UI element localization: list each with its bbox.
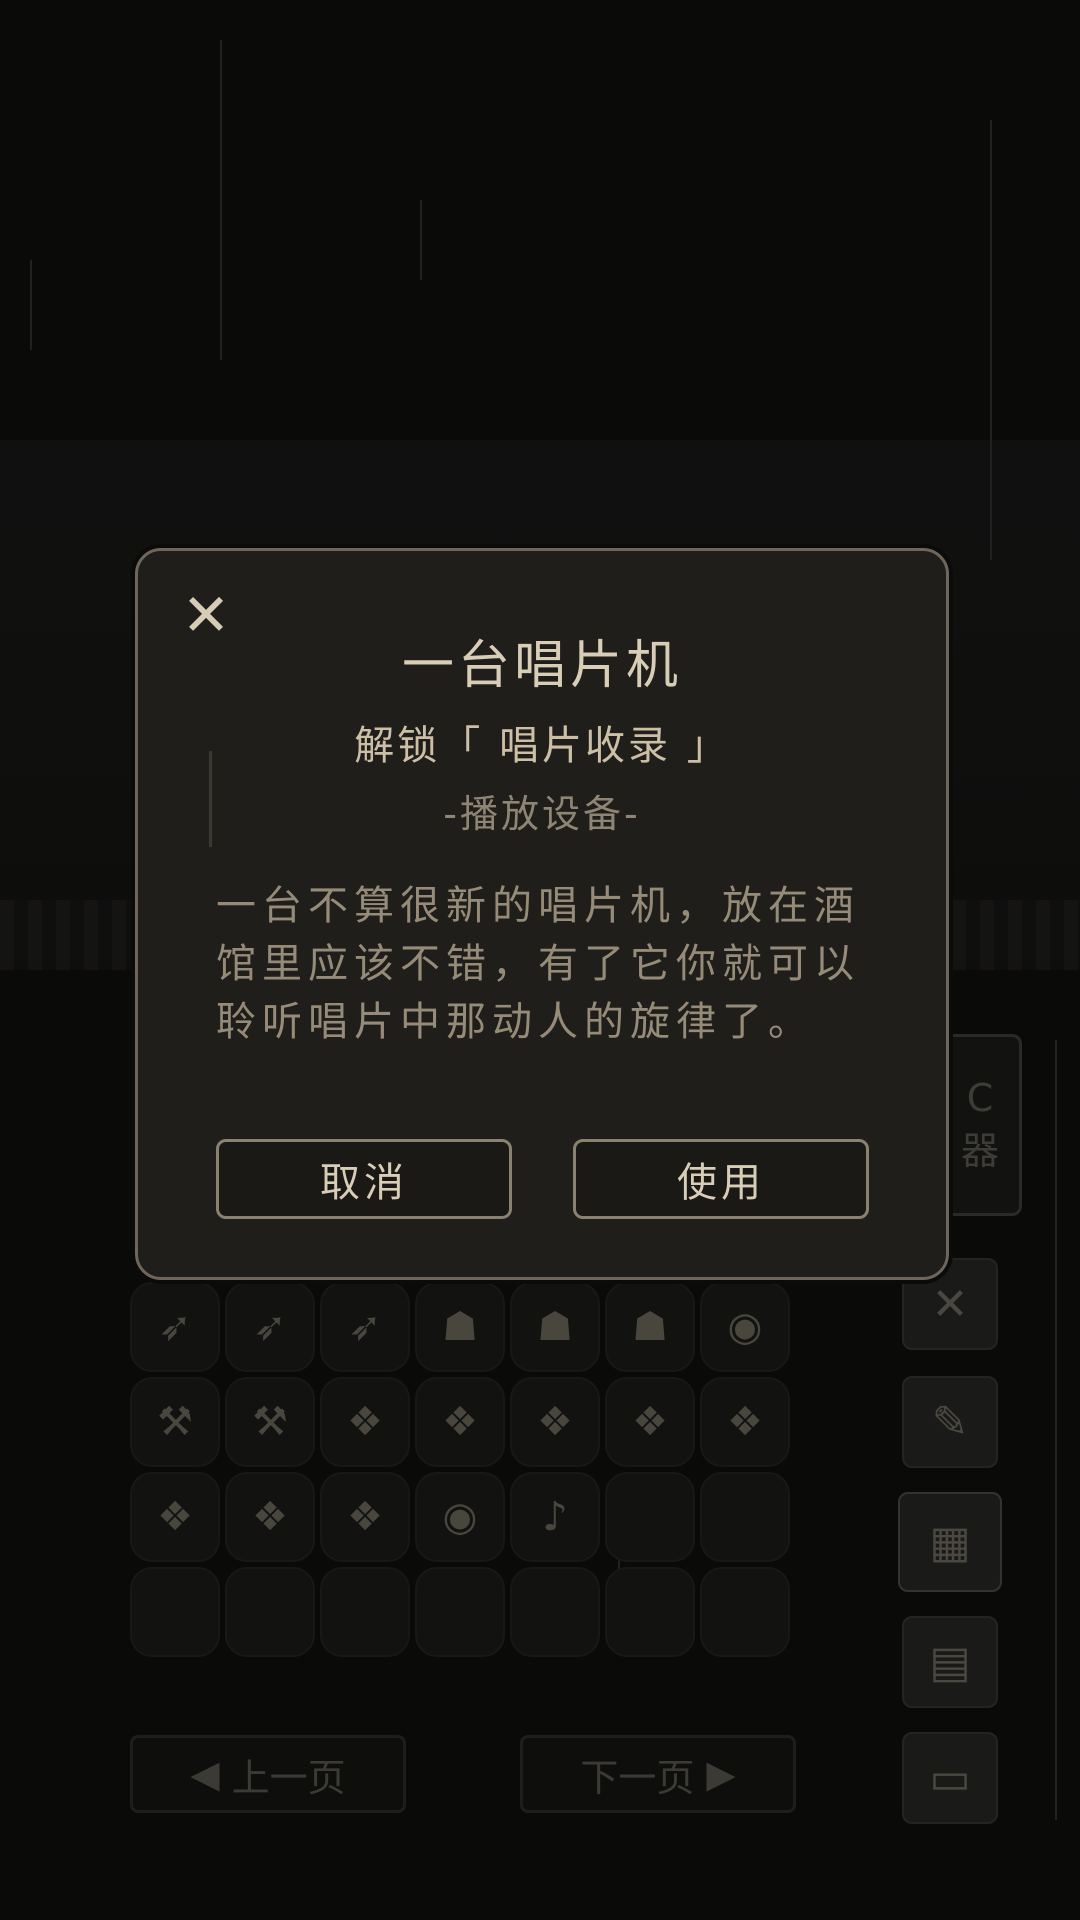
inventory-slot-empty[interactable]	[605, 1567, 695, 1657]
notes-button[interactable]: ✎	[902, 1376, 998, 1468]
inventory-slot-empty[interactable]	[130, 1567, 220, 1657]
computer-button[interactable]: ▭	[902, 1732, 998, 1824]
gem-cluster-icon: ❖	[537, 1399, 573, 1445]
inventory-slot-gem-cluster[interactable]: ❖	[415, 1377, 505, 1467]
green-bow-icon: ➶	[348, 1304, 382, 1350]
cancel-button[interactable]: 取消	[216, 1139, 512, 1219]
inventory-slot-green-bow[interactable]: ➶	[320, 1282, 410, 1372]
rain-streak	[1055, 1040, 1057, 1820]
document-icon: ▤	[929, 1636, 971, 1688]
inventory-slot-empty[interactable]	[415, 1567, 505, 1657]
gem-cluster-icon: ❖	[157, 1494, 193, 1540]
inventory-slot-empty[interactable]	[225, 1567, 315, 1657]
inventory-slot-helmet[interactable]: ☗	[415, 1282, 505, 1372]
inventory-slot-shield[interactable]: ◉	[700, 1282, 790, 1372]
gem-cluster-icon: ❖	[347, 1399, 383, 1445]
map-icon: ▦	[929, 1516, 971, 1568]
map-button[interactable]: ▦	[898, 1492, 1002, 1592]
sword-icon: ✕	[931, 1278, 969, 1330]
inventory-slot-gramophone[interactable]: ♪	[510, 1472, 600, 1562]
inventory-slot-shield[interactable]: ◉	[415, 1472, 505, 1562]
shield-icon: ◉	[727, 1304, 763, 1350]
rain-streak	[990, 120, 992, 560]
gem-cluster-icon: ❖	[347, 1494, 383, 1540]
inventory-slot-helmet[interactable]: ☗	[510, 1282, 600, 1372]
side-panel-instrument[interactable]: C 器	[938, 1034, 1022, 1216]
computer-icon: ▭	[929, 1752, 971, 1804]
inventory-slot-empty[interactable]	[605, 1472, 695, 1562]
shield-icon: ◉	[442, 1494, 478, 1540]
next-page-label: 下一页	[580, 1755, 695, 1800]
next-page-button[interactable]: 下一页 ▶	[520, 1735, 796, 1813]
arrow-right-icon: ▶	[706, 1752, 736, 1796]
inventory-slot-gem-cluster[interactable]: ❖	[320, 1377, 410, 1467]
gem-cluster-icon: ❖	[442, 1399, 478, 1445]
quill-icon: ✎	[931, 1396, 969, 1448]
use-button[interactable]: 使用	[573, 1139, 869, 1219]
hammer-icon: ⚒	[157, 1399, 193, 1445]
inventory-slot-hammer[interactable]: ⚒	[130, 1377, 220, 1467]
inventory-slot-empty[interactable]	[700, 1567, 790, 1657]
inventory-slot-gem-cluster[interactable]: ❖	[605, 1377, 695, 1467]
inventory-slot-empty[interactable]	[320, 1567, 410, 1657]
inventory-slot-gem-cluster[interactable]: ❖	[700, 1377, 790, 1467]
prev-page-label: 上一页	[231, 1755, 346, 1800]
inventory-slot-green-bow[interactable]: ➶	[225, 1282, 315, 1372]
helmet-icon: ☗	[632, 1304, 668, 1350]
instrument-icon: C	[966, 1075, 994, 1120]
green-bow-icon: ➶	[253, 1304, 287, 1350]
gem-cluster-icon: ❖	[252, 1494, 288, 1540]
helmet-icon: ☗	[442, 1304, 478, 1350]
green-bow-icon: ➶	[158, 1304, 192, 1350]
inventory-slot-hammer[interactable]: ⚒	[225, 1377, 315, 1467]
rain-streak	[30, 260, 32, 350]
dialog-title: 一台唱片机	[401, 636, 682, 696]
item-unlock-dialog: ✕ 一台唱片机 解锁「 唱片收录 」 -播放设备- 一台不算很新的唱片机，放在酒…	[135, 548, 949, 1280]
files-button[interactable]: ▤	[902, 1616, 998, 1708]
helmet-icon: ☗	[537, 1304, 573, 1350]
rain-streak	[220, 40, 222, 360]
gem-cluster-icon: ❖	[727, 1399, 763, 1445]
inventory-slot-gem-cluster[interactable]: ❖	[130, 1472, 220, 1562]
side-panel-label: 器	[960, 1128, 999, 1173]
inventory-slot-gem-cluster[interactable]: ❖	[510, 1377, 600, 1467]
prev-page-button[interactable]: ◀ 上一页	[130, 1735, 406, 1813]
inventory-slot-gem-cluster[interactable]: ❖	[320, 1472, 410, 1562]
arrow-left-icon: ◀	[190, 1752, 220, 1796]
item-category: -播放设备-	[443, 792, 641, 836]
rain-streak	[420, 200, 422, 280]
inventory-slot-empty[interactable]	[700, 1472, 790, 1562]
inventory-slot-empty[interactable]	[510, 1567, 600, 1657]
hammer-icon: ⚒	[252, 1399, 288, 1445]
dialog-subtitle: 解锁「 唱片收录 」	[354, 723, 730, 769]
inventory-slot-gem-cluster[interactable]: ❖	[225, 1472, 315, 1562]
inventory-slot-helmet[interactable]: ☗	[605, 1282, 695, 1372]
item-description: 一台不算很新的唱片机，放在酒馆里应该不错，有了它你就可以聆听唱片中那动人的旋律了…	[216, 883, 860, 1045]
inventory-slot-green-bow[interactable]: ➶	[130, 1282, 220, 1372]
gramophone-icon: ♪	[542, 1494, 568, 1540]
gem-cluster-icon: ❖	[632, 1399, 668, 1445]
